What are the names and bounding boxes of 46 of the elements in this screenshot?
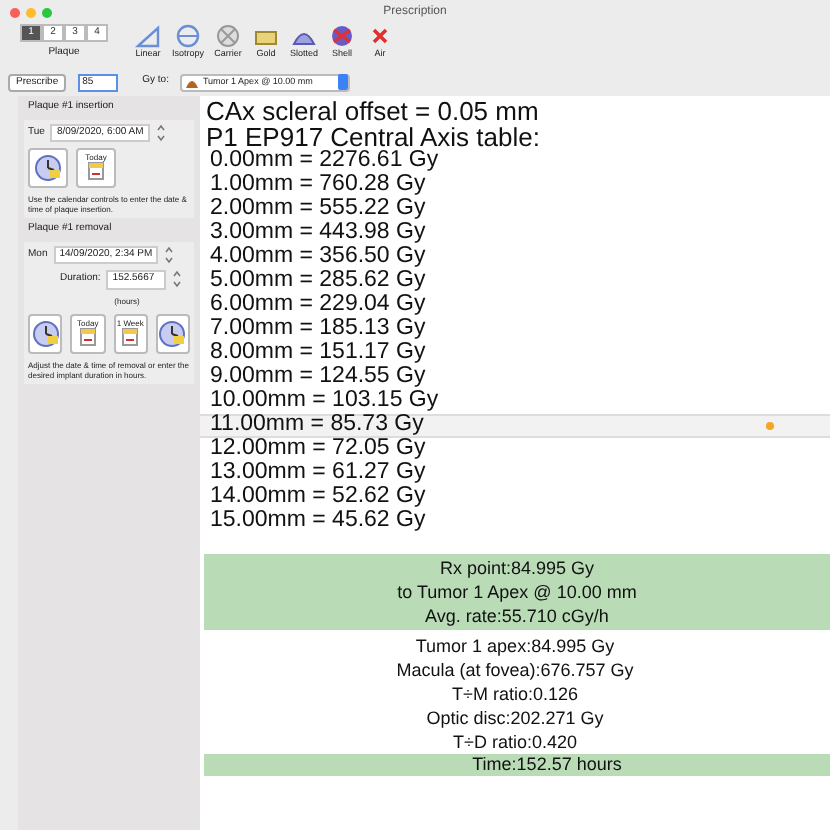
result-line: Optic disc:202.271 Gy bbox=[426, 706, 604, 730]
report-heading: P1 EP917 Central Axis table: bbox=[204, 124, 542, 150]
report-heading: CAx scleral offset = 0.05 mm bbox=[204, 98, 541, 124]
dose-row[interactable]: 7.00mm = 185.13 Gy bbox=[200, 318, 830, 342]
rx-line: Avg. rate:55.710 cGy/h bbox=[425, 604, 609, 628]
calendar-icon bbox=[122, 327, 139, 345]
dose-row[interactable]: 4.00mm = 356.50 Gy bbox=[200, 246, 830, 270]
clock-icon bbox=[158, 319, 187, 347]
clock-button[interactable] bbox=[28, 148, 68, 188]
result-line: T÷D ratio:0.420 bbox=[453, 730, 577, 754]
dose-row[interactable]: 6.00mm = 229.04 Gy bbox=[200, 294, 830, 318]
dose-row[interactable]: 9.00mm = 124.55 Gy bbox=[200, 366, 830, 390]
dose-row[interactable]: 12.00mm = 72.05 Gy bbox=[200, 438, 830, 462]
dose-row[interactable]: 8.00mm = 151.17 Gy bbox=[200, 342, 830, 366]
clock-icon bbox=[34, 154, 62, 182]
shell-icon bbox=[328, 24, 357, 48]
dose-row[interactable]: 1.00mm = 760.28 Gy bbox=[200, 174, 830, 198]
time-text: Time:152.57 hours bbox=[470, 754, 622, 776]
rx-line: Rx point:84.995 Gy bbox=[439, 556, 595, 580]
clock-icon bbox=[31, 319, 60, 347]
close-icon[interactable] bbox=[10, 7, 20, 17]
tumor-icon bbox=[186, 76, 199, 88]
result-line: T÷M ratio:0.126 bbox=[452, 682, 578, 706]
dose-row[interactable]: 5.00mm = 285.62 Gy bbox=[200, 270, 830, 294]
stepper-icon[interactable] bbox=[172, 270, 183, 289]
stepper-icon[interactable] bbox=[155, 123, 166, 142]
dose-row[interactable]: 0.00mm = 2276.61 Gy bbox=[200, 150, 830, 174]
calendar-icon bbox=[79, 327, 96, 345]
dose-row[interactable]: 11.00mm = 85.73 Gy bbox=[200, 414, 830, 438]
dose-row[interactable]: 13.00mm = 61.27 Gy bbox=[200, 462, 830, 486]
sphere-icon bbox=[174, 24, 202, 48]
dose-row[interactable]: 2.00mm = 555.22 Gy bbox=[200, 198, 830, 222]
dropdown-icon bbox=[338, 74, 349, 90]
dose-row[interactable]: 10.00mm = 103.15 Gy bbox=[200, 390, 830, 414]
stepper-icon[interactable] bbox=[164, 245, 175, 264]
result-line: Macula (at fovea):676.757 Gy bbox=[396, 658, 634, 682]
dose-row[interactable]: 15.00mm = 45.62 Gy bbox=[200, 510, 830, 534]
rx-line: to Tumor 1 Apex @ 10.00 mm bbox=[397, 580, 637, 604]
dose-row[interactable]: 3.00mm = 443.98 Gy bbox=[200, 222, 830, 246]
ruler-icon bbox=[134, 24, 162, 48]
clock-button[interactable] bbox=[155, 313, 190, 353]
calendar-icon bbox=[88, 162, 104, 180]
crossed-circle-icon bbox=[214, 24, 243, 48]
result-line: Tumor 1 apex:84.995 Gy bbox=[415, 634, 615, 658]
clock-button[interactable] bbox=[28, 313, 63, 353]
dose-row[interactable]: 14.00mm = 52.62 Gy bbox=[200, 486, 830, 510]
